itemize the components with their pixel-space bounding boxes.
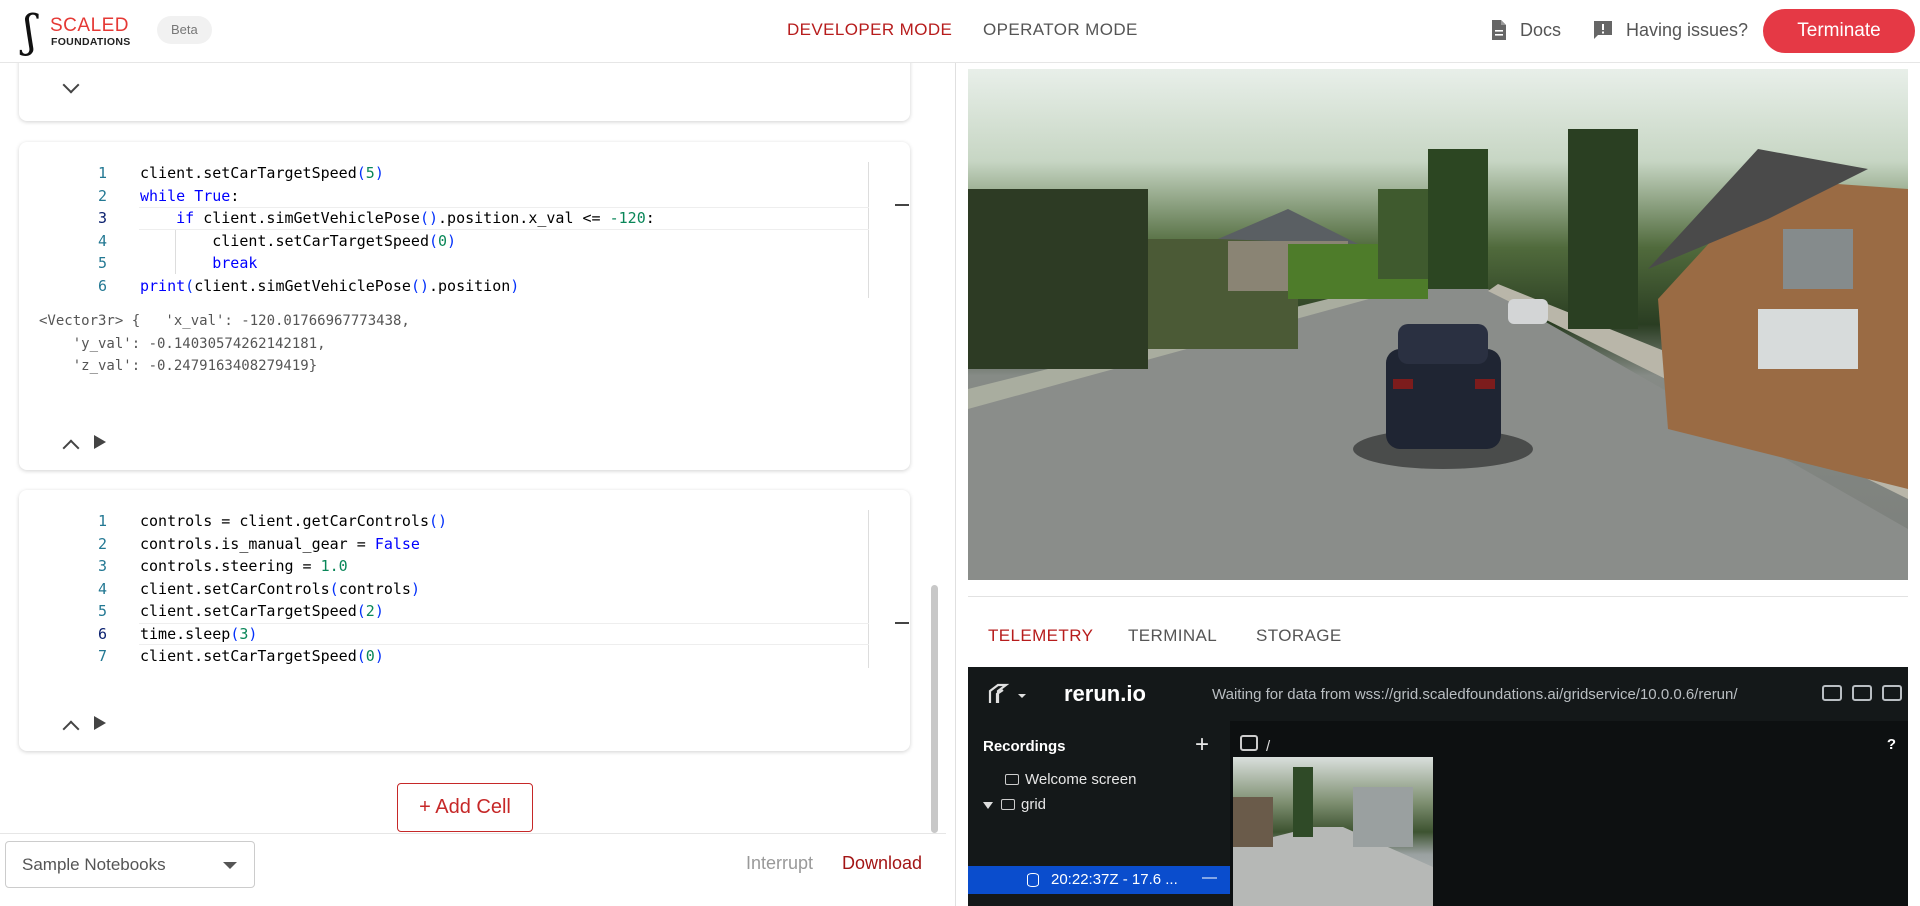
chevron-up-icon[interactable] [62,720,80,738]
bottom-panel-toggle-icon[interactable] [1852,685,1872,701]
notebook-cell: 1 client.setCarTargetSpeed(5) 2 while True… [19,142,910,470]
add-cell-button[interactable]: + Add Cell [397,783,533,832]
window-icon [1005,774,1019,785]
camera-thumbnail[interactable] [1233,757,1433,906]
street-scene-image [968,129,1908,580]
window-icon [1001,799,1015,810]
interrupt-button[interactable]: Interrupt [746,853,813,874]
logo-subtext: FOUNDATIONS [51,36,131,48]
feedback-icon [1594,21,1612,39]
developer-mode-tab[interactable]: DEVELOPER MODE [787,20,952,40]
connection-status: Waiting for data from wss://grid.scaledf… [1212,686,1738,703]
rerun-viewer: rerun.io Waiting for data from wss://gri… [968,667,1908,906]
notebook-cell: 1 controls = client.getCarControls() 2 con… [19,490,910,751]
code-line: 5 break [97,254,258,272]
code-line: 2 controls.is_manual_gear = False [97,534,420,553]
code-editor[interactable]: 1 client.setCarTargetSpeed(5) 2 while True… [59,162,909,298]
terminate-button[interactable]: Terminate [1763,9,1915,53]
code-line: 1 controls = client.getCarControls() [97,512,448,530]
code-line-active: 6 time.sleep(3) [59,622,869,645]
right-panel-toggle-icon[interactable] [1882,685,1902,701]
document-icon [1492,20,1506,40]
chevron-down-icon[interactable] [62,76,80,94]
database-icon [1027,873,1039,887]
left-panel-toggle-icon[interactable] [1822,685,1842,701]
run-icon[interactable] [93,715,107,731]
code-line: 4 client.setCarControls(controls) [97,579,420,598]
layout-toggles [1822,685,1902,701]
panel-divider[interactable] [955,63,956,906]
chevron-up-icon[interactable] [62,439,80,457]
logo-text: SCALED [50,15,130,36]
cell-output: <Vector3r> { 'x_val': -120.0176696777343… [39,313,410,374]
dropdown-caret-icon [223,862,237,869]
recordings-heading: Recordings [983,738,1066,755]
space-view-icon [1240,735,1258,751]
notebook-panel: 1 client.setCarTargetSpeed(5) 2 while True… [0,63,946,833]
tab-telemetry[interactable]: TELEMETRY [988,626,1093,646]
selected-recording[interactable]: 20:22:37Z - 17.6 ... — [968,866,1230,894]
code-line: 5 client.setCarTargetSpeed(2) [97,602,384,620]
docs-link[interactable]: Docs [1490,19,1561,41]
select-value: Sample Notebooks [22,855,166,874]
close-recording-button[interactable]: — [1202,869,1217,886]
expand-triangle-icon[interactable] [983,802,993,809]
operator-mode-tab[interactable]: OPERATOR MODE [983,20,1138,40]
notebook-cell-collapsed [19,63,910,121]
entity-path: / [1266,738,1271,755]
add-recording-button[interactable]: + [1195,731,1209,759]
code-line: 6 print(client.simGetVehiclePose().positi… [97,276,520,295]
simulation-camera-view [968,69,1908,580]
street-thumbnail-image [1233,767,1433,906]
welcome-screen-item[interactable]: Welcome screen [1005,771,1136,788]
beta-badge: Beta [157,16,212,44]
code-line: 4 client.setCarTargetSpeed(0) [97,231,457,250]
top-bar: ʃ SCALED FOUNDATIONS Beta DEVELOPER MODE… [0,0,1920,63]
notebook-footer: Sample Notebooks Interrupt Download [0,833,946,906]
rerun-logo-icon[interactable] [988,683,1028,705]
rerun-top-bar: rerun.io Waiting for data from wss://gri… [968,667,1908,721]
code-line: 7 client.setCarTargetSpeed(0) [97,647,384,665]
code-line-active: 3 if client.simGetVehiclePose().position… [59,207,869,230]
rerun-viewport: / ? [1230,721,1908,906]
help-button[interactable]: ? [1887,736,1896,753]
issues-label: Having issues? [1626,19,1749,40]
tab-terminal[interactable]: TERMINAL [1128,626,1217,646]
having-issues-link[interactable]: Having issues? [1592,19,1748,41]
notebook-scrollbar[interactable] [931,585,938,833]
sample-notebooks-select[interactable]: Sample Notebooks [5,841,255,888]
tab-storage[interactable]: STORAGE [1256,626,1342,646]
section-divider [968,596,1908,597]
grid-app-item[interactable]: grid [983,796,1046,813]
code-line: 3 controls.steering = 1.0 [97,557,348,575]
scaled-foundations-logo[interactable]: ʃ SCALED FOUNDATIONS [24,6,134,58]
code-line: 2 while True: [97,186,240,205]
download-button[interactable]: Download [842,853,922,874]
rerun-brand: rerun.io [1064,681,1146,706]
run-icon[interactable] [93,434,107,450]
docs-label: Docs [1520,19,1562,40]
code-editor[interactable]: 1 controls = client.getCarControls() 2 con… [59,510,909,668]
code-line: 1 client.setCarTargetSpeed(5) [97,164,384,182]
recordings-sidebar: Recordings + Welcome screen grid 20:22:3… [968,721,1230,906]
logo-mark-icon: ʃ [24,6,36,57]
